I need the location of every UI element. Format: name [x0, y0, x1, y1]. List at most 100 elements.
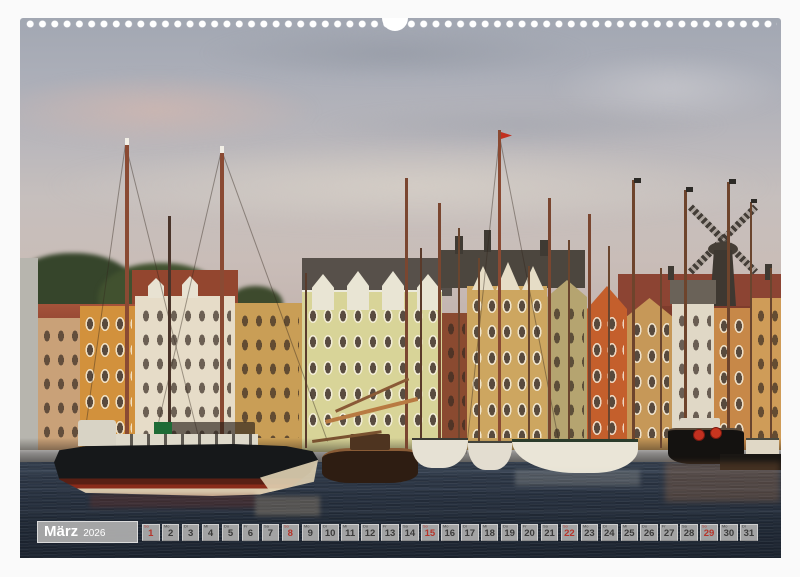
house-facade [38, 318, 80, 450]
month-box: März 2026 [37, 521, 138, 543]
day-number: 26 [641, 528, 657, 539]
day-number: 23 [582, 528, 598, 539]
harbor-photo [20, 18, 781, 558]
windows [40, 326, 78, 440]
mast [168, 216, 171, 456]
day-cell: So8 [282, 524, 300, 541]
day-number: 9 [303, 528, 319, 539]
day-number: 8 [283, 528, 299, 539]
day-number: 2 [163, 528, 179, 539]
day-number: 7 [263, 528, 279, 539]
day-number: 24 [602, 528, 618, 539]
day-number: 17 [462, 528, 478, 539]
day-cell: Sa7 [262, 524, 280, 541]
day-cell: Do12 [361, 524, 379, 541]
house-facade [20, 258, 38, 450]
mast [220, 146, 224, 456]
windows [306, 306, 438, 438]
mast [684, 190, 687, 446]
windows [470, 296, 544, 438]
windows [630, 320, 669, 438]
day-cell: Sa21 [541, 524, 559, 541]
day-cell: So29 [700, 524, 718, 541]
mast [770, 268, 772, 444]
mast [498, 130, 501, 456]
windows [717, 316, 749, 438]
day-number: 5 [223, 528, 239, 539]
day-cell: Di24 [601, 524, 619, 541]
mast [727, 182, 730, 444]
day-cell: Do19 [501, 524, 519, 541]
mast [750, 202, 752, 442]
windows [238, 311, 299, 438]
cloud [310, 103, 730, 148]
day-cell: Sa14 [401, 524, 419, 541]
day-cell: Do5 [222, 524, 240, 541]
life-ring [710, 427, 722, 439]
mast [420, 248, 422, 458]
cloud [200, 26, 590, 81]
day-number: 14 [402, 528, 418, 539]
deckhouse [78, 420, 116, 446]
windows [590, 314, 624, 438]
day-number: 11 [342, 528, 358, 539]
day-number: 16 [442, 528, 458, 539]
mast [660, 268, 662, 448]
cloud [50, 143, 770, 228]
mast [588, 214, 591, 452]
day-cell: Mi11 [341, 524, 359, 541]
month-label: März [44, 522, 78, 542]
windows [754, 306, 779, 438]
day-number: 27 [661, 528, 677, 539]
house-facade [442, 313, 467, 450]
mast [405, 178, 408, 456]
windows [550, 304, 584, 438]
life-ring [693, 429, 705, 441]
day-cell: Fr20 [521, 524, 539, 541]
day-cell: Sa28 [680, 524, 698, 541]
day-cell: So1 [142, 524, 160, 541]
mast [632, 180, 635, 448]
day-number: 30 [721, 528, 737, 539]
flag [634, 178, 641, 183]
reflection [90, 494, 255, 508]
day-number: 18 [482, 528, 498, 539]
day-cell: Fr13 [381, 524, 399, 541]
day-cell: Mi4 [202, 524, 220, 541]
year-label: 2026 [83, 528, 105, 539]
day-cell: Di10 [321, 524, 339, 541]
reflection [665, 462, 780, 502]
day-cell: Di3 [182, 524, 200, 541]
house-facade [547, 280, 587, 450]
day-number: 6 [243, 528, 259, 539]
day-cell: Di31 [740, 524, 758, 541]
flag [729, 179, 736, 184]
day-cell: Di17 [461, 524, 479, 541]
chimney [668, 266, 674, 280]
day-number: 3 [183, 528, 199, 539]
day-cell: Do26 [640, 524, 658, 541]
day-cell: Mi18 [481, 524, 499, 541]
day-cell: Mo2 [162, 524, 180, 541]
day-cell: So15 [421, 524, 439, 541]
mast [528, 266, 530, 456]
day-cell: Fr6 [242, 524, 260, 541]
chimney [540, 240, 548, 256]
day-number: 10 [322, 528, 338, 539]
reflection [255, 496, 320, 516]
mast [608, 246, 610, 450]
reflection [515, 470, 640, 486]
water-streak [20, 510, 781, 513]
day-cell: Mi25 [621, 524, 639, 541]
house-facade [752, 298, 781, 450]
mast [438, 203, 441, 458]
roof [670, 280, 716, 304]
calendar-page: März 2026 So1Mo2Di3Mi4Do5Fr6Sa7So8Mo9Di1… [20, 18, 781, 558]
day-number: 22 [562, 528, 578, 539]
day-number: 25 [622, 528, 638, 539]
day-number: 28 [681, 528, 697, 539]
day-cell: Mo16 [441, 524, 459, 541]
flag [751, 199, 757, 203]
day-number: 1 [143, 528, 159, 539]
flag [686, 187, 693, 192]
